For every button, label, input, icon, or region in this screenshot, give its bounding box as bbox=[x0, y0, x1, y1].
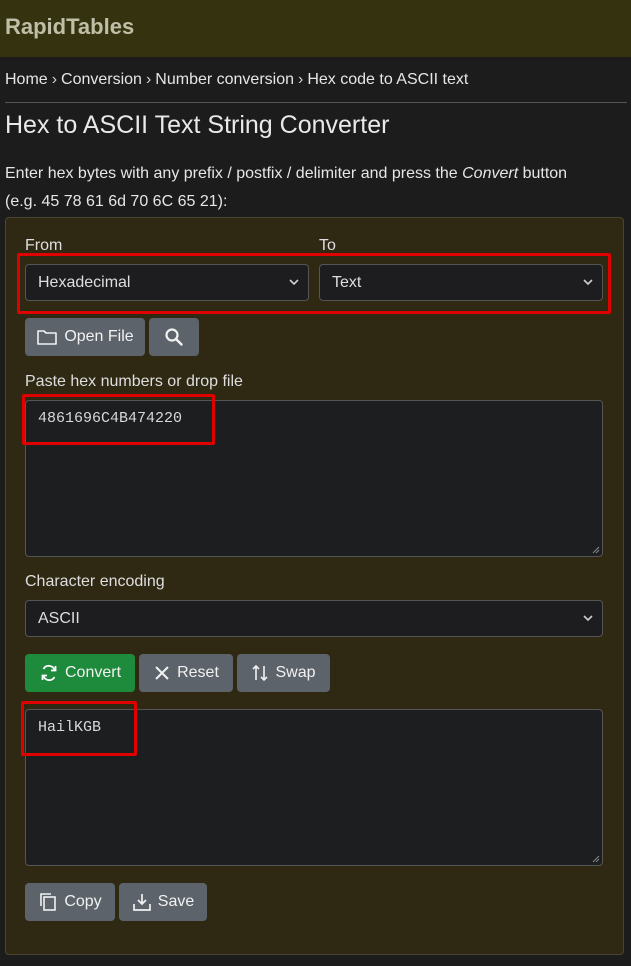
breadcrumb-current[interactable]: Hex code to ASCII text bbox=[307, 71, 468, 88]
search-button[interactable] bbox=[149, 318, 199, 356]
to-label: To bbox=[319, 237, 336, 254]
from-label: From bbox=[25, 237, 63, 254]
convert-button[interactable]: Convert bbox=[25, 654, 135, 692]
copy-label: Copy bbox=[64, 893, 102, 910]
convert-label: Convert bbox=[64, 664, 122, 681]
close-icon bbox=[155, 666, 169, 680]
chevron-down-icon bbox=[289, 279, 299, 286]
intro-text-start: Enter hex bytes with any prefix / postfi… bbox=[5, 165, 463, 182]
resize-grip-icon[interactable] bbox=[590, 544, 600, 554]
brand-logo[interactable]: RapidTables bbox=[5, 14, 134, 40]
reset-button[interactable]: Reset bbox=[139, 654, 233, 692]
intro-text-end: button bbox=[518, 165, 568, 182]
save-label: Save bbox=[157, 893, 195, 910]
breadcrumb-number-conversion[interactable]: Number conversion bbox=[155, 71, 294, 88]
save-button[interactable]: Save bbox=[119, 883, 207, 921]
to-select[interactable]: Text bbox=[319, 264, 603, 301]
page-title: Hex to ASCII Text String Converter bbox=[5, 111, 390, 139]
encoding-select[interactable]: ASCII bbox=[25, 600, 603, 637]
breadcrumb-home[interactable]: Home bbox=[5, 71, 48, 88]
breadcrumb-separator: › bbox=[51, 71, 58, 88]
folder-icon bbox=[37, 330, 58, 345]
hex-input-value: 4861696C4B474220 bbox=[38, 410, 183, 427]
intro-example: (e.g. 45 78 61 6d 70 6C 65 21): bbox=[5, 193, 228, 210]
search-icon bbox=[165, 328, 183, 346]
swap-label: Swap bbox=[275, 664, 316, 681]
resize-grip-icon[interactable] bbox=[590, 853, 600, 863]
refresh-icon bbox=[41, 664, 57, 682]
from-select[interactable]: Hexadecimal bbox=[25, 264, 309, 301]
hex-input[interactable]: 4861696C4B474220 bbox=[25, 400, 603, 557]
open-file-label: Open File bbox=[64, 328, 134, 345]
text-output-value: HailKGB bbox=[38, 719, 102, 736]
breadcrumb-divider bbox=[5, 102, 627, 103]
swap-button[interactable]: Swap bbox=[237, 654, 330, 692]
top-navbar: RapidTables bbox=[0, 0, 631, 57]
breadcrumb-conversion[interactable]: Conversion bbox=[61, 71, 142, 88]
encoding-label: Character encoding bbox=[25, 573, 165, 590]
breadcrumb: Home › Conversion › Number conversion › Hex co… bbox=[5, 71, 468, 89]
encoding-select-value: ASCII bbox=[38, 610, 80, 627]
input-label: Paste hex numbers or drop file bbox=[25, 373, 243, 390]
open-file-button[interactable]: Open File bbox=[25, 318, 145, 356]
from-select-value: Hexadecimal bbox=[38, 274, 131, 291]
chevron-down-icon bbox=[583, 615, 593, 622]
to-select-value: Text bbox=[332, 274, 362, 291]
intro-text: Enter hex bytes with any prefix / postfi… bbox=[5, 160, 625, 216]
breadcrumb-separator: › bbox=[145, 71, 152, 88]
breadcrumb-separator: › bbox=[298, 71, 304, 88]
swap-icon bbox=[252, 664, 269, 682]
chevron-down-icon bbox=[583, 279, 593, 286]
download-icon bbox=[132, 894, 151, 911]
text-output[interactable]: HailKGB bbox=[25, 709, 603, 866]
copy-icon bbox=[40, 893, 57, 911]
intro-text-emphasis: Convert bbox=[462, 165, 519, 182]
copy-button[interactable]: Copy bbox=[25, 883, 115, 921]
reset-label: Reset bbox=[177, 664, 219, 681]
